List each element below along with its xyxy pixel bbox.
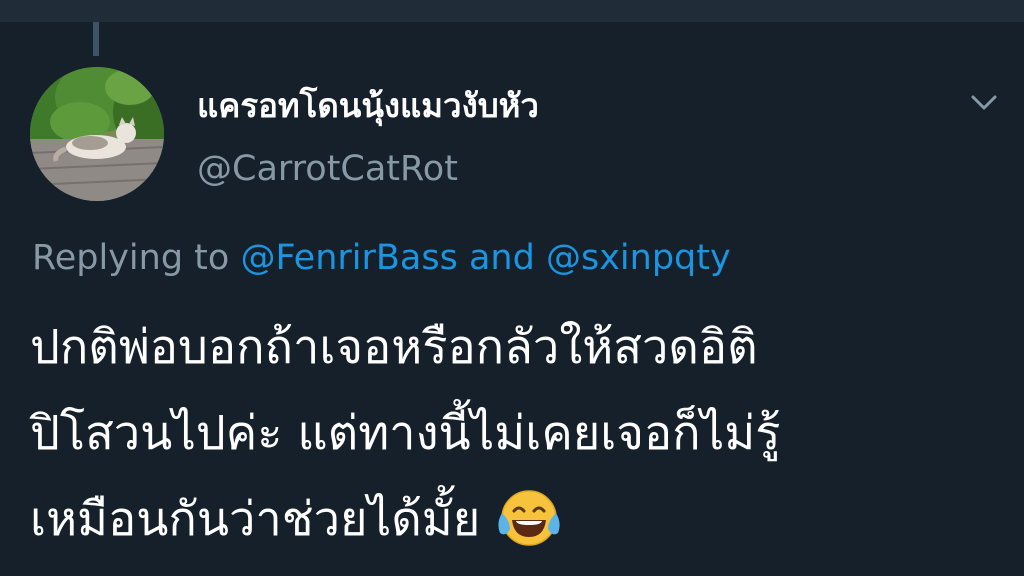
tweet-text-line-2: ปิโสวนไปค่ะ แต่ทางนี้ไม่เคยเจอก็ไม่รู้ [30,406,781,461]
tweet-text-line-1: ปกติพ่อบอกถ้าเจอหรือกลัวให้สวดอิติ [30,320,758,375]
mention-link-fenrirbass[interactable]: @FenrirBass [240,238,457,278]
replying-to-line: Replying to @FenrirBass and @sxinpqty [32,234,731,282]
display-name[interactable]: แครอทโดนนุ้งแมวงับหัว [197,84,539,128]
avatar[interactable] [30,67,164,201]
previous-tweet-edge [0,0,1024,22]
tweet-text-line-3: เหมือนกันว่าช่วยได้มั้ย [30,477,1005,563]
chevron-down-icon[interactable] [968,88,1000,116]
user-handle[interactable]: @CarrotCatRot [197,147,458,191]
avatar-cat-photo [30,67,164,201]
face-with-tears-of-joy-icon [494,489,564,547]
tweet-text-line-3-text: เหมือนกันว่าช่วยได้มั้ย [30,492,481,547]
tweet-screen: แครอทโดนนุ้งแมวงับหัว @CarrotCatRot Repl… [0,0,1024,576]
replying-to-label: Replying to [32,238,230,278]
thread-connector-line [93,22,99,56]
mention-link-sxinpqty[interactable]: @sxinpqty [546,238,731,278]
tweet-text: ปกติพ่อบอกถ้าเจอหรือกลัวให้สวดอิติ ปิโสว… [30,305,1005,563]
replying-to-and: and [468,238,535,278]
